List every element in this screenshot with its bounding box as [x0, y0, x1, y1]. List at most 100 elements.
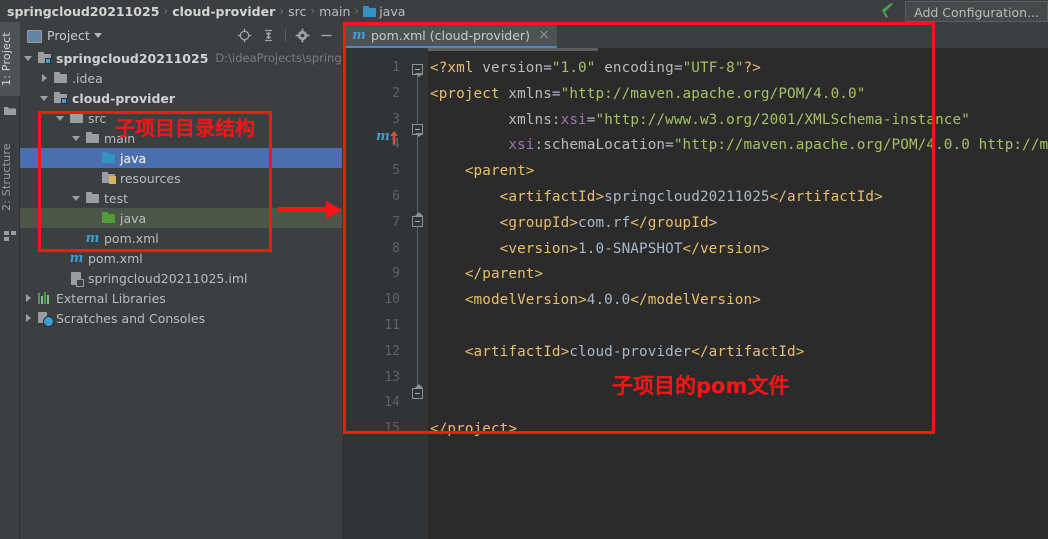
breadcrumb-item-springcloud20211025[interactable]: springcloud20211025 — [4, 4, 162, 19]
code-token: "UTF-8" — [682, 60, 744, 76]
fold-toggle-parent-close[interactable] — [412, 212, 423, 227]
tree-row-label: .idea — [72, 70, 103, 86]
code-token: <groupId> — [499, 214, 579, 231]
module-folder-icon — [37, 51, 52, 66]
module-badge-icon — [45, 57, 51, 64]
code-token: 4.0.0 — [586, 292, 631, 309]
tree-row[interactable]: External Libraries — [20, 288, 342, 308]
code-token: xsi — [560, 111, 587, 128]
maven-file-icon: m — [352, 27, 366, 43]
code-line[interactable]: <artifactId>springcloud20211025</artifac… — [430, 189, 883, 205]
tree-twisty-closed-icon[interactable] — [24, 293, 34, 303]
code-line[interactable]: </project> — [430, 421, 517, 437]
run-configuration-arrow-icon[interactable] — [879, 1, 901, 21]
add-configuration-button[interactable]: Add Configuration... — [905, 0, 1048, 22]
code-token: <artifactId> — [464, 343, 570, 360]
breadcrumb-item-java[interactable]: java — [360, 4, 408, 19]
gray-folder-icon — [53, 71, 68, 86]
tree-row[interactable]: m pom.xml — [20, 248, 342, 268]
maven-pom-icon: m — [69, 250, 84, 266]
code-token: "http://maven.apache.org/POM/4.0.0" — [560, 85, 866, 102]
code-token: </artifactId> — [691, 343, 805, 360]
code-token: com.rf — [578, 214, 631, 231]
project-panel-toolbar — [237, 28, 342, 43]
line-number: 2 — [392, 85, 400, 101]
tree-row[interactable]: test — [20, 188, 342, 208]
tree-row[interactable]: .idea — [20, 68, 342, 88]
tree-twisty-open-icon[interactable] — [40, 93, 50, 103]
resources-badge-icon — [109, 175, 116, 184]
tree-twisty-open-icon[interactable] — [56, 113, 66, 123]
tree-row[interactable]: resources — [20, 168, 342, 188]
breadcrumb-item-src[interactable]: src — [285, 4, 309, 19]
hide-panel-icon[interactable] — [319, 28, 334, 43]
gray-folder-icon — [85, 131, 100, 146]
code-token: </project> — [430, 421, 518, 438]
tree-row-label: External Libraries — [56, 290, 166, 306]
tree-row-label: springcloud20211025.iml — [88, 270, 248, 286]
code-folding-strip[interactable] — [408, 48, 428, 539]
tree-twisty-open-icon[interactable] — [72, 133, 82, 143]
code-token: <artifactId> — [499, 189, 605, 205]
tree-twisty-open-icon[interactable] — [72, 193, 82, 203]
code-line[interactable]: <version>1.0-SNAPSHOT</version> — [430, 241, 770, 257]
code-line[interactable]: <modelVersion>4.0.0</modelVersion> — [430, 292, 761, 308]
fold-toggle-project-close[interactable] — [412, 384, 423, 399]
code-editor[interactable]: 1 2 3 4 5 6 7 8 9 10 11 12 13 14 15 <?xml version="1.0… — [342, 48, 1048, 539]
fold-line — [417, 70, 418, 394]
collapse-all-icon[interactable] — [261, 28, 276, 43]
code-token: encoding — [604, 60, 674, 76]
maven-parent-navigate-icon[interactable]: m — [376, 129, 402, 146]
breadcrumb-item-main[interactable]: main — [316, 4, 353, 19]
tree-twisty-closed-icon[interactable] — [24, 313, 34, 323]
chevron-down-icon[interactable] — [93, 32, 102, 38]
code-line[interactable]: <project xmlns="http://maven.apache.org/… — [430, 86, 865, 102]
project-window-icon — [26, 28, 42, 43]
settings-gear-icon[interactable] — [295, 28, 310, 43]
horizontal-scrollbar[interactable] — [428, 48, 598, 51]
fold-toggle-project[interactable] — [412, 64, 423, 77]
fold-toggle-parent-open[interactable] — [412, 124, 423, 137]
library-bar — [38, 292, 40, 304]
sidebar-item-project[interactable]: 1: Project — [0, 22, 20, 96]
tree-row-label: test — [104, 190, 129, 206]
tree-row[interactable]: Scratches and Consoles — [20, 308, 342, 328]
rail-label-project: 1: Project — [0, 32, 13, 86]
breadcrumb-item-cloud-provider[interactable]: cloud-provider — [169, 4, 278, 19]
line-number: 13 — [384, 369, 400, 385]
tree-row[interactable]: m pom.xml — [20, 228, 342, 248]
code-line[interactable]: xmlns:xsi="http://www.w3.org/2001/XMLSch… — [430, 112, 970, 128]
tree-row[interactable]: cloud-provider — [20, 88, 342, 108]
locate-in-tree-icon[interactable] — [237, 28, 252, 43]
editor-tab-pom-xml[interactable]: m pom.xml (cloud-provider) — [344, 24, 557, 48]
tree-row[interactable]: springcloud20211025.iml — [20, 268, 342, 288]
code-line[interactable]: <groupId>com.rf</groupId> — [430, 214, 718, 231]
idea-window: springcloud20211025 › cloud-provider › src › m… — [0, 0, 1048, 539]
navbar-right-controls: Add Configuration... — [879, 0, 1048, 22]
code-line[interactable]: </parent> — [430, 266, 543, 282]
code-token: version — [482, 60, 544, 76]
editor-tabbar: m pom.xml (cloud-provider) — [342, 22, 1048, 48]
code-line[interactable]: <artifactId>cloud-provider</artifactId> — [430, 343, 805, 360]
code-line[interactable]: <parent> — [430, 163, 535, 179]
sidebar-item-structure[interactable]: 2: Structure — [0, 132, 20, 222]
breadcrumb-separator: › — [310, 4, 316, 18]
code-line[interactable]: xsi:schemaLocation="http://maven.apache.… — [430, 137, 1048, 153]
editor-gutter[interactable]: 1 2 3 4 5 6 7 8 9 10 11 12 13 14 15 — [342, 48, 408, 539]
tree-row[interactable]: springcloud20211025 D:\ideaProjects\sprin… — [20, 48, 342, 68]
code-token: </parent> — [464, 266, 544, 283]
project-panel-title: Project — [47, 27, 90, 43]
code-line[interactable]: <?xml version="1.0" encoding="UTF-8"?> — [430, 60, 761, 76]
project-panel-header: Project — [20, 22, 342, 48]
tree-twisty-closed-icon[interactable] — [40, 73, 50, 83]
tree-row[interactable]: java — [20, 148, 342, 168]
tree-twisty-open-icon[interactable] — [24, 53, 34, 63]
close-icon[interactable] — [538, 29, 550, 41]
